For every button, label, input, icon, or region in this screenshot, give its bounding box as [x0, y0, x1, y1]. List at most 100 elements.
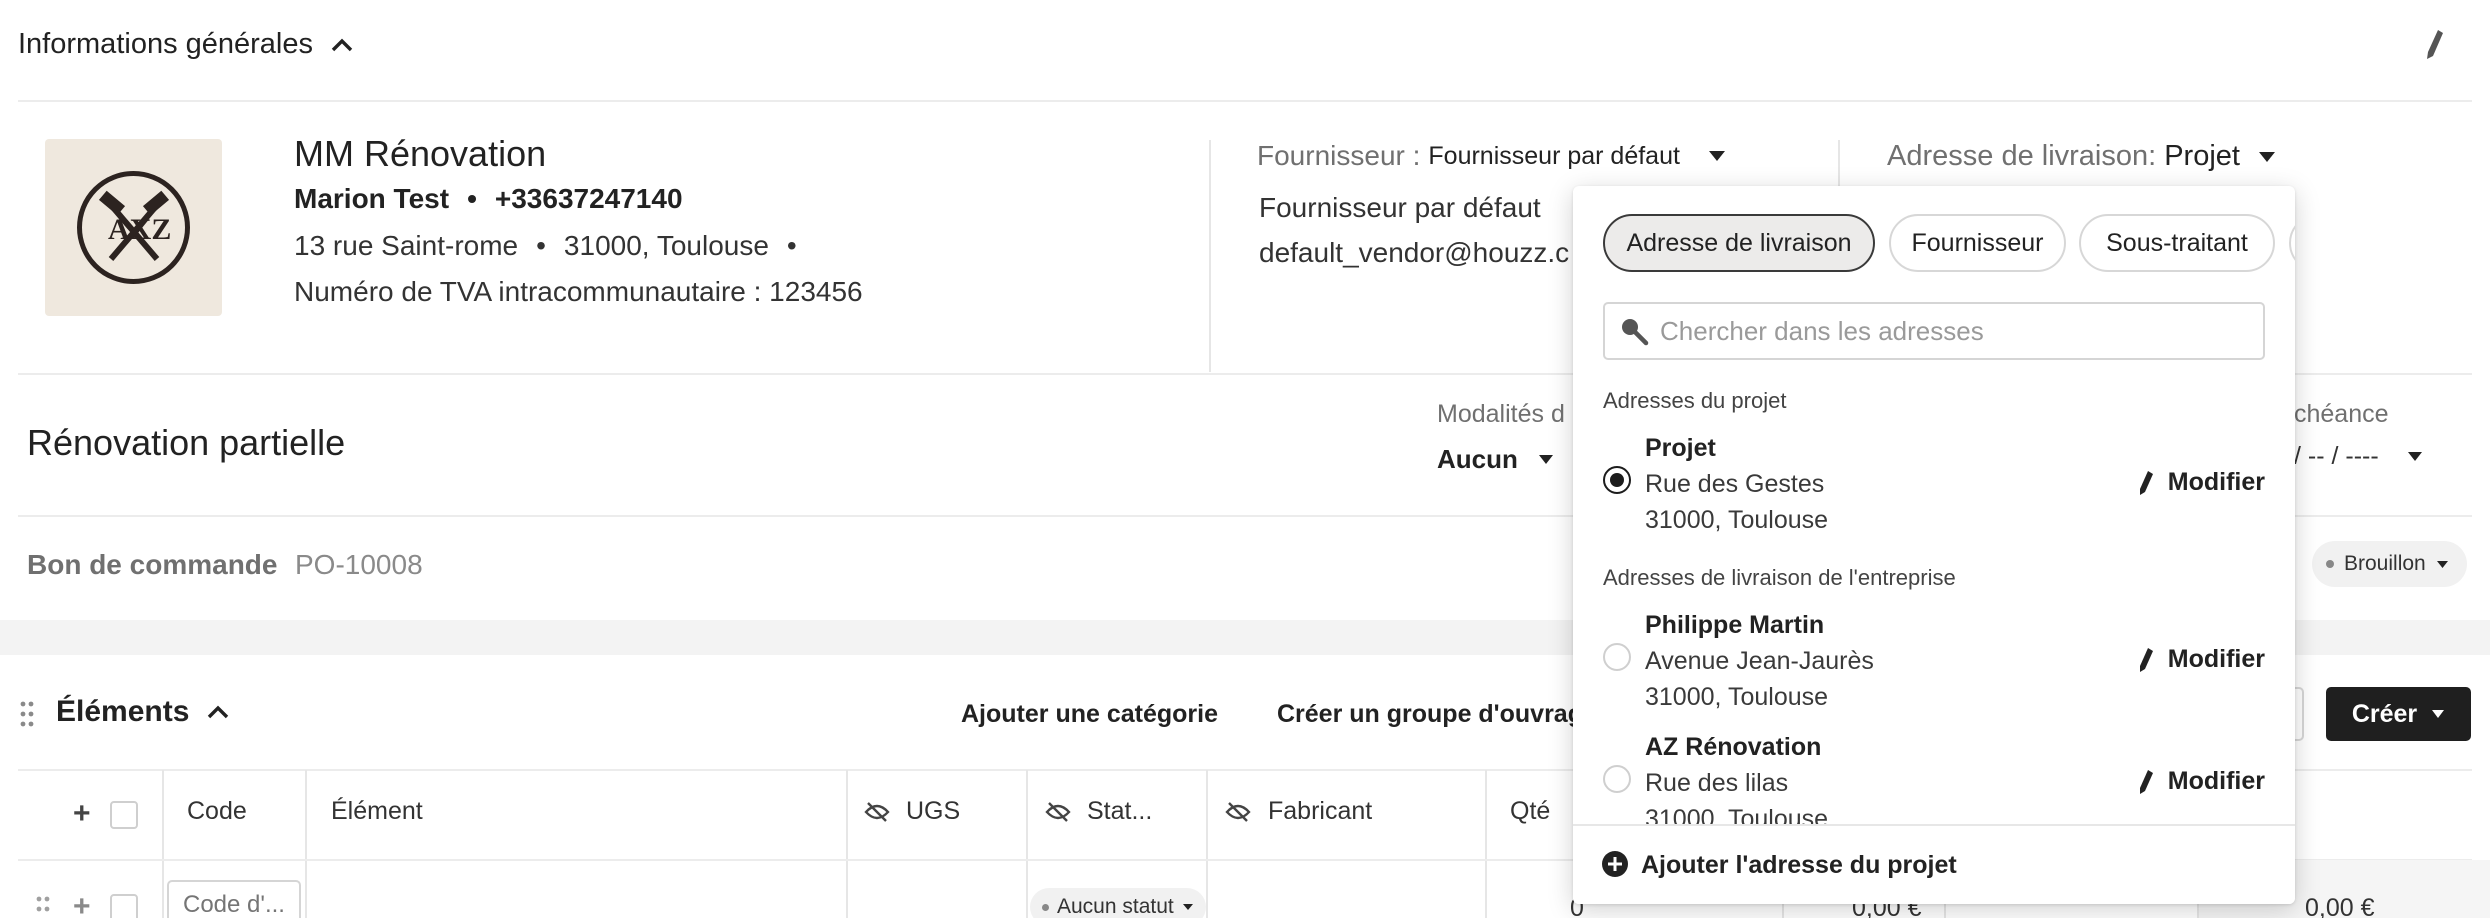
radio-unselected[interactable] — [1603, 765, 1631, 793]
section-title-text: Informations générales — [18, 28, 313, 60]
address-line2: 31000, Toulouse — [1645, 506, 1829, 534]
tab-delivery-address[interactable]: Adresse de livraison — [1603, 214, 1875, 272]
search-icon — [1622, 319, 1649, 346]
supplier-value: Fournisseur par défaut — [1428, 141, 1680, 170]
payment-terms-label: Modalités d — [1437, 400, 1565, 428]
status-badge[interactable]: Brouillon — [2312, 541, 2467, 587]
address-name: AZ Rénovation — [1645, 733, 1822, 761]
status-dot-icon — [1042, 903, 1049, 911]
eye-off-icon[interactable] — [864, 802, 890, 827]
column-header-element[interactable]: Élément — [331, 797, 423, 826]
modify-button[interactable]: Modifier — [2138, 468, 2265, 497]
caret-down-icon — [2432, 710, 2445, 718]
row-checkbox[interactable] — [110, 894, 138, 918]
select-all-checkbox[interactable] — [110, 801, 138, 829]
modify-label: Modifier — [2167, 468, 2265, 496]
address-search[interactable] — [1603, 302, 2265, 360]
vat-number: Numéro de TVA intracommunautaire : 12345… — [294, 276, 863, 307]
caret-down-icon — [1538, 455, 1553, 464]
address-option-project[interactable]: Projet Rue des Gestes 31000, Toulouse Mo… — [1603, 432, 2265, 544]
create-button-label: Créer — [2351, 699, 2418, 728]
address-street: 13 rue Saint-rome — [294, 230, 519, 261]
address-option-philippe[interactable]: Philippe Martin Avenue Jean-Jaurès 31000… — [1603, 609, 2265, 721]
column-header-code[interactable]: Code — [187, 797, 247, 826]
eye-off-icon[interactable] — [1045, 802, 1071, 827]
supplier-selector[interactable]: Fournisseur : Fournisseur par défaut — [1257, 140, 1726, 172]
chevron-up-icon — [208, 705, 229, 719]
separator-dot: • — [536, 230, 546, 261]
modify-button[interactable]: Modifier — [2138, 767, 2265, 796]
add-row-icon[interactable]: + — [73, 799, 91, 829]
address-line2: 31000, Toulouse — [1645, 683, 1829, 711]
row-drag-handle-icon[interactable] — [36, 896, 50, 918]
due-date-label: chéance — [2294, 400, 2389, 428]
status-text: Brouillon — [2344, 552, 2426, 575]
chevron-up-icon — [331, 38, 353, 51]
tab-subcontractor[interactable]: Sous-traitant — [2079, 214, 2275, 272]
radio-selected[interactable] — [1603, 466, 1631, 494]
tab-supplier[interactable]: Fournisseur — [1889, 214, 2066, 272]
delivery-address-selector[interactable]: Adresse de livraison: Projet — [1887, 140, 2276, 173]
separator-dot: • — [786, 230, 797, 261]
address-name: Projet — [1645, 434, 1716, 462]
delivery-label: Adresse de livraison: — [1887, 140, 2157, 172]
due-date-value: / -- / ---- — [2294, 442, 2379, 470]
section-title[interactable]: Informations générales — [18, 28, 353, 61]
create-button[interactable]: Créer — [2326, 687, 2471, 741]
address-search-input[interactable] — [1660, 304, 2250, 358]
delivery-address-dropdown: Adresse de livraison Fournisseur Sous-tr… — [1573, 186, 2295, 904]
caret-down-icon — [2258, 151, 2275, 162]
row-status-badge[interactable]: Aucun statut — [1030, 888, 1206, 918]
pencil-icon — [2139, 470, 2153, 495]
hammer-logo-icon: AXZ — [77, 171, 190, 284]
due-date-select[interactable]: / -- / ---- — [2294, 442, 2423, 471]
modify-label: Modifier — [2167, 767, 2265, 795]
order-number: PO-10008 — [295, 549, 423, 580]
delivery-value: Projet — [2164, 140, 2240, 172]
pencil-icon — [2139, 769, 2153, 794]
modify-button[interactable]: Modifier — [2138, 645, 2265, 674]
address-line1: Rue des lilas — [1645, 769, 1789, 797]
address-line1: Avenue Jean-Jaurès — [1645, 647, 1874, 675]
create-group-button[interactable]: Créer un groupe d'ouvrage — [1277, 700, 1597, 729]
column-header-manufacturer[interactable]: Fabricant — [1268, 797, 1372, 826]
project-title: Rénovation partielle — [27, 422, 346, 463]
add-category-button[interactable]: Ajouter une catégorie — [961, 700, 1218, 729]
logo-text: AXZ — [108, 213, 171, 246]
address-line1: Rue des Gestes — [1645, 470, 1825, 498]
add-project-address-button[interactable]: Ajouter l'adresse du projet — [1573, 824, 2295, 904]
row-status-text: Aucun statut — [1057, 895, 1174, 918]
caret-down-icon — [2436, 560, 2448, 568]
row-add-icon[interactable]: + — [73, 892, 91, 918]
address-city: 31000, Toulouse — [563, 230, 769, 261]
modify-label: Modifier — [2167, 645, 2265, 673]
code-input[interactable] — [167, 880, 301, 918]
pencil-icon[interactable] — [2425, 28, 2445, 60]
group-label-company: Adresses de livraison de l'entreprise — [1603, 565, 1956, 590]
tab-more[interactable] — [2289, 214, 2295, 272]
separator-dot: • — [467, 183, 477, 214]
plus-circle-icon — [1602, 851, 1628, 877]
drag-handle-icon[interactable] — [20, 701, 34, 727]
column-header-sku[interactable]: UGS — [906, 797, 960, 826]
caret-down-icon — [1182, 904, 1193, 910]
elements-title: Éléments — [56, 695, 190, 728]
elements-section-toggle[interactable]: Éléments — [56, 695, 229, 729]
company-logo: AXZ — [45, 139, 222, 316]
company-name: MM Rénovation — [294, 133, 547, 174]
supplier-name: Fournisseur par défaut — [1259, 192, 1541, 223]
order-label: Bon de commande — [27, 549, 278, 580]
group-label-project: Adresses du projet — [1603, 388, 1787, 413]
column-header-status[interactable]: Stat... — [1087, 797, 1152, 826]
eye-off-icon[interactable] — [1225, 802, 1251, 827]
payment-terms-select[interactable]: Aucun — [1437, 444, 1554, 475]
radio-unselected[interactable] — [1603, 643, 1631, 671]
add-project-address-label: Ajouter l'adresse du projet — [1641, 851, 1957, 879]
column-header-qty[interactable]: Qté — [1510, 797, 1550, 826]
caret-down-icon — [1708, 151, 1725, 161]
supplier-label: Fournisseur : — [1257, 140, 1421, 171]
status-dot-icon — [2326, 560, 2334, 568]
supplier-email: default_vendor@houzz.c — [1259, 237, 1570, 268]
payment-terms-value: Aucun — [1437, 444, 1518, 474]
caret-down-icon — [2407, 452, 2422, 461]
